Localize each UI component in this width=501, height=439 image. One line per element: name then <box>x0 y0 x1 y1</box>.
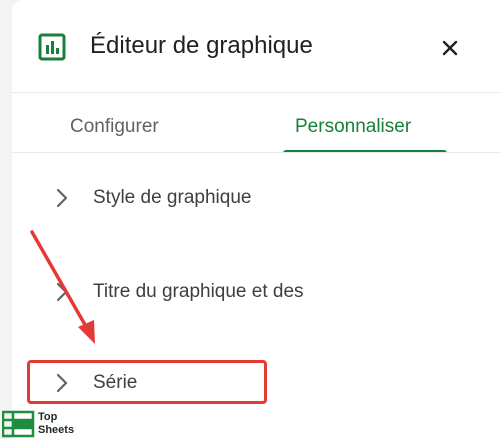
editor-tabs: Configurer Personnaliser <box>12 92 501 153</box>
watermark-line1: Top <box>38 411 58 423</box>
top-sheets-logo <box>2 410 35 438</box>
section-label: Titre du graphique et des <box>93 281 304 302</box>
chart-editor-header: Éditeur de graphique <box>12 0 501 92</box>
highlight-box <box>27 360 267 404</box>
tab-configurer[interactable]: Configurer <box>70 115 159 139</box>
close-icon[interactable] <box>441 39 459 57</box>
section-titre-du-graphique[interactable]: Titre du graphique et des <box>12 268 501 316</box>
tab-personnaliser[interactable]: Personnaliser <box>295 115 411 139</box>
bar-chart-icon <box>38 33 66 61</box>
divider <box>12 152 501 153</box>
top-sheets-watermark: Top Sheets <box>2 410 82 439</box>
watermark-line2: Sheets <box>38 424 75 436</box>
watermark-text: Top Sheets <box>38 411 74 437</box>
section-style-de-graphique[interactable]: Style de graphique <box>12 174 501 222</box>
chart-editor-title: Éditeur de graphique <box>90 32 313 59</box>
section-label: Style de graphique <box>93 187 252 208</box>
chevron-right-icon <box>56 188 68 208</box>
chevron-right-icon <box>56 282 68 302</box>
close-button[interactable] <box>434 32 466 64</box>
